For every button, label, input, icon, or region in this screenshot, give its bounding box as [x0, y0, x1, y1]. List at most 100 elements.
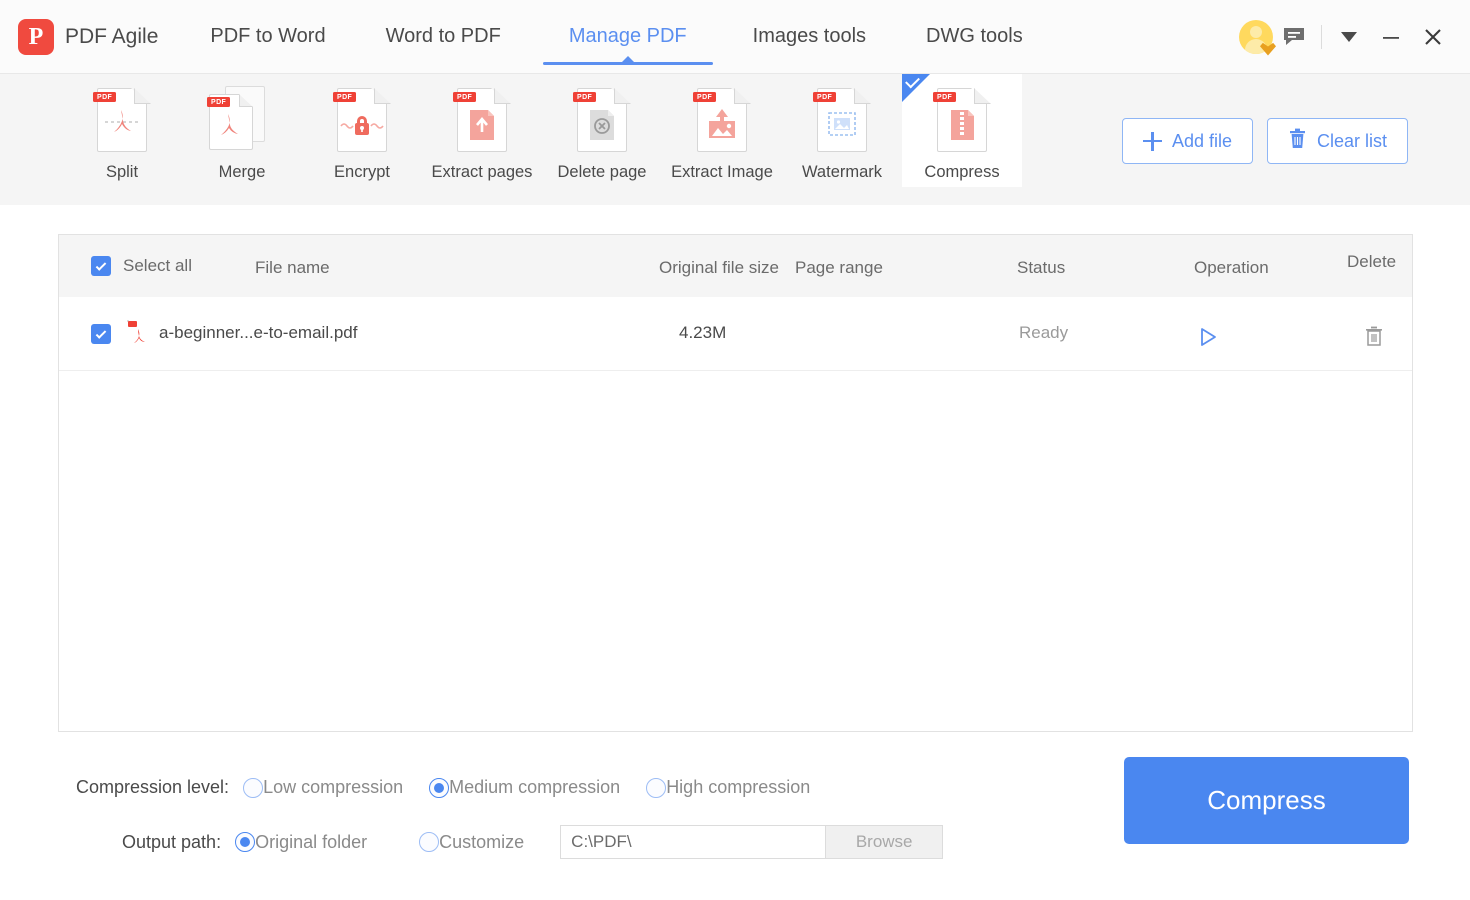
pdf-encrypt-icon: PDF	[333, 86, 391, 154]
row-checkbox[interactable]	[91, 324, 111, 344]
tool-extract-image[interactable]: PDF Extract Image	[662, 74, 782, 187]
radio-original-folder[interactable]: Original folder	[235, 832, 367, 853]
tool-label: Delete page	[557, 163, 647, 181]
output-path-input[interactable]: C:\PDF\	[560, 825, 826, 859]
select-all-control[interactable]: Select all	[91, 256, 192, 276]
tool-split[interactable]: PDF Split	[62, 74, 182, 187]
radio-medium-compression[interactable]: Medium compression	[429, 777, 620, 798]
column-header-page-range: Page range	[795, 258, 883, 277]
tool-merge[interactable]: PDF Merge	[182, 74, 302, 187]
table-row[interactable]: a-beginner...e-to-email.pdf 4.23M Ready	[59, 297, 1412, 371]
column-header-operation: Operation	[1194, 258, 1269, 277]
radio-high-compression-input[interactable]	[646, 777, 667, 798]
compression-level-label: Compression level:	[76, 777, 230, 797]
toolbar-divider	[1321, 24, 1322, 49]
radio-low-compression-label: Low compression	[263, 777, 404, 797]
column-header-delete: Delete	[1347, 252, 1397, 271]
radio-customize-label: Customize	[439, 831, 525, 852]
column-header-file-name: File name	[255, 258, 330, 277]
tool-label: Merge	[218, 163, 266, 181]
output-path-field-group: C:\PDF\ Browse	[560, 825, 944, 859]
clear-list-button[interactable]: Clear list	[1266, 118, 1408, 164]
active-tab-notch-icon	[620, 55, 635, 63]
nav-tab-label: PDF to Word	[210, 25, 326, 47]
browse-button[interactable]: Browse	[825, 825, 944, 859]
nav-tab-pdf-to-word[interactable]: PDF to Word	[192, 0, 343, 74]
chevron-down-icon[interactable]	[1328, 16, 1370, 58]
tool-label: Watermark	[801, 163, 883, 181]
minimize-icon[interactable]	[1370, 16, 1412, 58]
tool-strip: PDF Split PDF Merge PDF Encrypt PDF Extr…	[0, 73, 1470, 205]
tool-watermark[interactable]: PDF Watermark	[782, 74, 902, 187]
radio-customize[interactable]: Customize	[419, 832, 524, 853]
output-path-label: Output path:	[122, 831, 222, 852]
radio-customize-input[interactable]	[419, 832, 440, 852]
app-title: PDF Agile	[65, 24, 159, 48]
radio-high-compression-label: High compression	[666, 777, 811, 797]
select-all-checkbox[interactable]	[91, 256, 111, 276]
radio-low-compression[interactable]: Low compression	[243, 777, 403, 798]
tool-label: Extract Image	[671, 163, 773, 181]
feedback-message-icon[interactable]	[1273, 16, 1315, 58]
radio-original-folder-input[interactable]	[235, 832, 256, 852]
column-header-status: Status	[1017, 258, 1066, 277]
nav-tab-manage-pdf[interactable]: Manage PDF	[542, 0, 713, 74]
pdf-compress-icon: PDF	[933, 86, 991, 154]
tool-label: Compress	[924, 163, 1000, 181]
nav-tab-label: Images tools	[752, 25, 867, 47]
radio-original-folder-label: Original folder	[255, 831, 368, 852]
tool-encrypt[interactable]: PDF Encrypt	[302, 74, 422, 187]
window-controls	[1239, 16, 1454, 58]
main-nav: PDF to Word Word to PDF Manage PDF Image…	[158, 0, 1040, 74]
row-start-button[interactable]	[1199, 327, 1217, 352]
tool-extract-pages[interactable]: PDF Extract pages	[422, 74, 542, 187]
title-bar: P PDF Agile PDF to Word Word to PDF Mana…	[0, 0, 1470, 74]
tool-label: Extract pages	[431, 163, 533, 181]
plus-icon	[1142, 131, 1162, 151]
compression-level-row: Compression level: Low compression Mediu…	[76, 777, 810, 798]
tool-buttons: PDF Split PDF Merge PDF Encrypt PDF Extr…	[62, 73, 1022, 187]
trash-icon	[1288, 128, 1307, 154]
brand: P PDF Agile	[18, 18, 159, 55]
row-file-size: 4.23M	[679, 323, 727, 342]
radio-high-compression[interactable]: High compression	[646, 777, 810, 798]
trash-icon	[1366, 326, 1382, 346]
tool-compress[interactable]: PDF Compress	[902, 73, 1022, 187]
play-icon	[1201, 328, 1216, 346]
file-list-panel: Select all File name Original file size …	[58, 234, 1413, 732]
row-status: Ready	[1019, 323, 1069, 342]
column-header-original-file-size: Original file size	[659, 258, 779, 277]
file-list-header: Select all File name Original file size …	[59, 235, 1412, 297]
nav-tab-label: Manage PDF	[568, 25, 687, 47]
nav-tab-images-tools[interactable]: Images tools	[735, 0, 884, 74]
pdf-delete-page-icon: PDF	[573, 86, 631, 154]
app-logo-icon: P	[18, 18, 54, 55]
compress-button[interactable]: Compress	[1124, 757, 1409, 844]
clear-list-label: Clear list	[1316, 130, 1387, 151]
output-path-row: Output path: Original folder Customize C…	[122, 825, 944, 859]
tool-label: Encrypt	[334, 163, 390, 181]
row-delete-button[interactable]	[1364, 325, 1384, 352]
nav-tab-dwg-tools[interactable]: DWG tools	[908, 0, 1041, 74]
radio-medium-compression-input[interactable]	[429, 777, 450, 798]
user-avatar-vip-icon[interactable]	[1239, 19, 1276, 56]
add-file-label: Add file	[1171, 130, 1232, 151]
nav-tab-word-to-pdf[interactable]: Word to PDF	[368, 0, 519, 74]
close-icon[interactable]	[1412, 16, 1454, 58]
nav-tab-label: Word to PDF	[385, 25, 501, 47]
pdf-extract-image-icon: PDF	[693, 86, 751, 154]
row-file-name: a-beginner...e-to-email.pdf	[159, 323, 358, 342]
pdf-split-icon: PDF	[93, 86, 151, 154]
tool-label: Split	[105, 163, 139, 181]
select-all-label: Select all	[123, 256, 192, 275]
tool-delete-page[interactable]: PDF Delete page	[542, 74, 662, 187]
avatar-head	[1250, 25, 1262, 38]
nav-tab-label: DWG tools	[926, 25, 1023, 47]
radio-medium-compression-label: Medium compression	[449, 777, 621, 797]
list-actions: Add file Clear list	[1121, 118, 1408, 164]
radio-low-compression-input[interactable]	[243, 777, 264, 798]
add-file-button[interactable]: Add file	[1121, 118, 1253, 164]
pdf-watermark-icon: PDF	[813, 86, 871, 154]
pdf-merge-icon: PDF	[207, 86, 267, 154]
pdf-extract-pages-icon: PDF	[453, 86, 511, 154]
